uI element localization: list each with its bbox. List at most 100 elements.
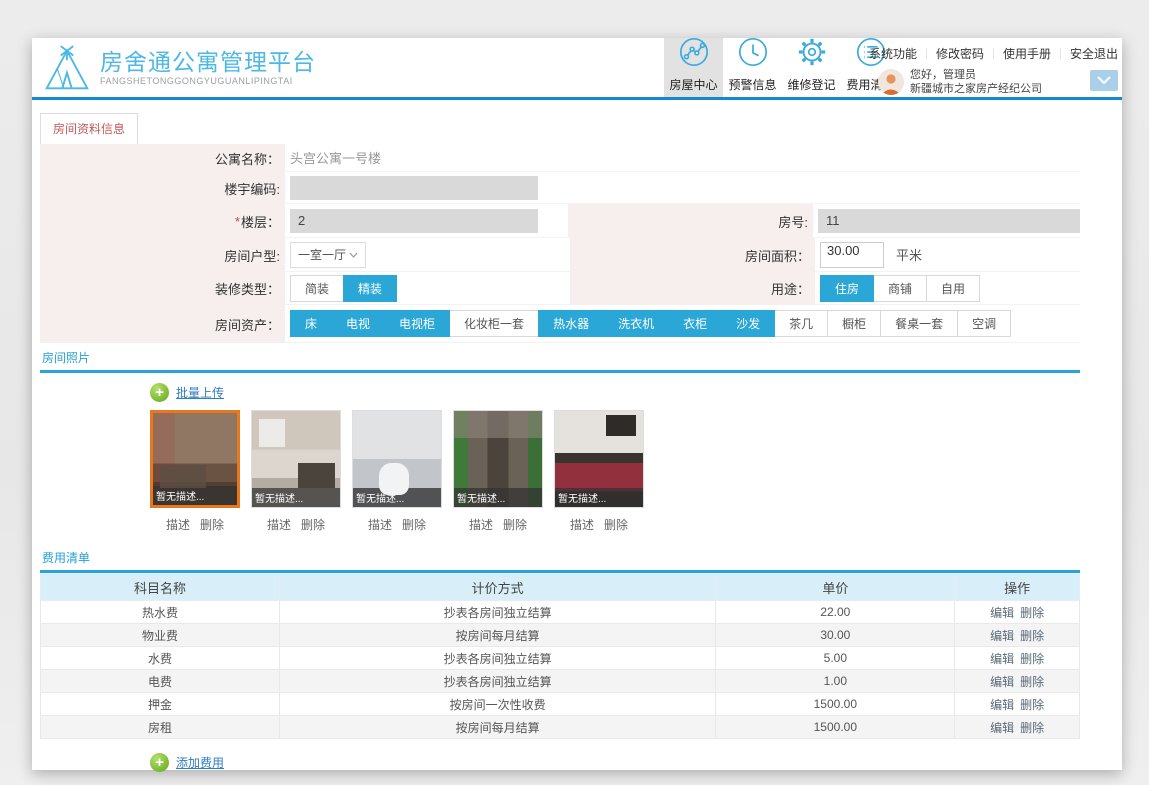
link-user-manual[interactable]: 使用手册 (1003, 45, 1051, 62)
photo-thumbnail[interactable]: 暂无描述... (352, 410, 442, 508)
link-separator: ｜ (920, 48, 932, 61)
form-row-building-code: 楼宇编码: (40, 172, 1080, 204)
col-pricing-method: 计价方式 (278, 573, 717, 601)
photo-delete-link[interactable]: 删除 (503, 516, 527, 533)
link-logout[interactable]: 安全退出 (1070, 45, 1118, 62)
photo-item-kitchen: 暂无描述... 描述 删除 (554, 410, 644, 533)
app-window: 房舍通公寓管理平台 FANGSHETONGGONGYUGUANLIPINGTAI… (32, 37, 1122, 772)
asset-tea-table[interactable]: 茶几 (774, 310, 829, 337)
app-title: 房舍通公寓管理平台 (100, 49, 316, 76)
photo-delete-link[interactable]: 删除 (200, 516, 224, 533)
edit-link[interactable]: 编辑 (990, 652, 1014, 666)
user-menu-toggle[interactable] (1090, 70, 1118, 91)
room-info-form: 公寓名称： 头宫公寓一号楼 楼宇编码: *楼层： 2 房号: 11 房间户型: (40, 144, 1080, 343)
usage-option-self-use[interactable]: 自用 (926, 274, 981, 302)
room-area-unit: 平米 (896, 248, 923, 263)
usage-label: 用途： (570, 272, 815, 305)
col-subject-name: 科目名称 (40, 573, 280, 601)
photo-delete-link[interactable]: 删除 (402, 516, 426, 533)
app-header: 房舍通公寓管理平台 FANGSHETONGGONGYUGUANLIPINGTAI… (32, 37, 1122, 100)
edit-link[interactable]: 编辑 (990, 698, 1014, 712)
fee-price: 22.00 (715, 600, 956, 624)
nav-item-maintenance[interactable]: 维修登记 (782, 38, 841, 97)
edit-link[interactable]: 编辑 (990, 675, 1014, 689)
batch-upload-button[interactable]: + 批量上传 (150, 383, 224, 402)
fee-price: 30.00 (715, 623, 956, 647)
gear-icon (796, 36, 828, 76)
room-area-input[interactable]: 30.00 (820, 241, 884, 268)
fee-price: 1500.00 (715, 715, 956, 739)
user-text: 您好，管理员 新疆城市之家房产经纪公司 (910, 68, 1042, 97)
fee-subject: 水费 (40, 646, 280, 670)
asset-tv-cabinet[interactable]: 电视柜 (384, 310, 451, 337)
apartment-name-value: 头宫公寓一号楼 (290, 151, 382, 166)
photo-delete-link[interactable]: 删除 (604, 516, 628, 533)
edit-link[interactable]: 编辑 (990, 721, 1014, 735)
photo-desc-link[interactable]: 描述 (267, 516, 291, 533)
decoration-label: 装修类型： (40, 272, 285, 305)
table-row: 热水费 抄表各房间独立结算 22.00 编辑 删除 (40, 600, 1080, 624)
room-area-label: 房间面积： (570, 238, 815, 272)
asset-tv[interactable]: 电视 (331, 310, 386, 337)
user-info: 您好，管理员 新疆城市之家房产经纪公司 (878, 68, 1118, 97)
usage-option-residence[interactable]: 住房 (820, 274, 875, 302)
photo-thumbnail[interactable]: 暂无描述... (150, 410, 240, 508)
logo-text: 房舍通公寓管理平台 FANGSHETONGGONGYUGUANLIPINGTAI (100, 49, 316, 86)
photo-desc-link[interactable]: 描述 (570, 516, 594, 533)
decoration-option-fine[interactable]: 精装 (343, 274, 398, 302)
delete-link[interactable]: 删除 (1020, 629, 1044, 643)
nav-item-house-center[interactable]: 房屋中心 (664, 37, 723, 97)
fee-subject: 押金 (40, 692, 280, 716)
edit-link[interactable]: 编辑 (990, 629, 1014, 643)
fee-price: 5.00 (715, 646, 956, 670)
asset-water-heater[interactable]: 热水器 (538, 310, 605, 337)
photo-desc-link[interactable]: 描述 (469, 516, 493, 533)
asset-bed[interactable]: 床 (290, 310, 333, 337)
app-subtitle: FANGSHETONGGONGYUGUANLIPINGTAI (100, 75, 293, 86)
photo-thumbnail[interactable]: 暂无描述... (453, 410, 543, 508)
photo-thumbnail[interactable]: 暂无描述... (554, 410, 644, 508)
delete-link[interactable]: 删除 (1020, 721, 1044, 735)
usage-option-shop[interactable]: 商铺 (873, 274, 928, 302)
tab-bar: 房间资料信息 (40, 113, 1122, 144)
delete-link[interactable]: 删除 (1020, 675, 1044, 689)
room-no-field: 11 (818, 208, 1080, 233)
photo-delete-link[interactable]: 删除 (301, 516, 325, 533)
user-company: 新疆城市之家房产经纪公司 (910, 83, 1042, 96)
asset-washer[interactable]: 洗衣机 (603, 310, 670, 337)
room-type-label: 房间户型: (40, 238, 285, 272)
asset-dining-set[interactable]: 餐桌一套 (880, 310, 959, 337)
photo-caption: 暂无描述... (454, 488, 542, 507)
fee-method: 抄表各房间独立结算 (278, 646, 717, 670)
header-right: 系统功能 ｜ 修改密码 ｜ 使用手册 ｜ 安全退出 您好，管理员 新疆城市之家房… (869, 45, 1118, 97)
room-type-select[interactable]: 一室一厅 (290, 241, 366, 268)
asset-cupboard[interactable]: 橱柜 (827, 310, 882, 337)
nav-item-alerts[interactable]: 预警信息 (723, 37, 782, 97)
link-change-password[interactable]: 修改密码 (936, 45, 984, 62)
add-fee-button[interactable]: + 添加费用 (150, 753, 224, 772)
asset-dresser-set[interactable]: 化妆柜一套 (449, 310, 540, 337)
tab-room-info[interactable]: 房间资料信息 (40, 113, 139, 144)
fee-method: 抄表各房间独立结算 (278, 669, 717, 693)
building-code-field (290, 175, 538, 200)
delete-link[interactable]: 删除 (1020, 652, 1044, 666)
assets-label: 房间资产： (40, 305, 285, 343)
fee-subject: 热水费 (40, 600, 280, 624)
fee-price: 1.00 (715, 669, 956, 693)
asset-sofa[interactable]: 沙发 (721, 310, 776, 337)
photo-desc-link[interactable]: 描述 (166, 516, 190, 533)
edit-link[interactable]: 编辑 (990, 606, 1014, 620)
link-system-functions[interactable]: 系统功能 (869, 45, 917, 62)
photo-caption: 暂无描述... (555, 488, 643, 507)
link-separator: ｜ (987, 48, 999, 61)
decoration-option-simple[interactable]: 简装 (290, 274, 345, 302)
photo-item-bathroom: 暂无描述... 描述 删除 (352, 410, 442, 533)
asset-aircon[interactable]: 空调 (957, 310, 1012, 337)
photo-thumbnail[interactable]: 暂无描述... (251, 410, 341, 508)
delete-link[interactable]: 删除 (1020, 698, 1044, 712)
asset-wardrobe[interactable]: 衣柜 (668, 310, 723, 337)
chevron-down-icon (1097, 76, 1111, 85)
form-row-assets: 房间资产： 床 电视 电视柜 化妆柜一套 热水器 洗衣机 衣柜 沙发 茶几 橱柜… (40, 305, 1080, 343)
delete-link[interactable]: 删除 (1020, 606, 1044, 620)
photo-desc-link[interactable]: 描述 (368, 516, 392, 533)
